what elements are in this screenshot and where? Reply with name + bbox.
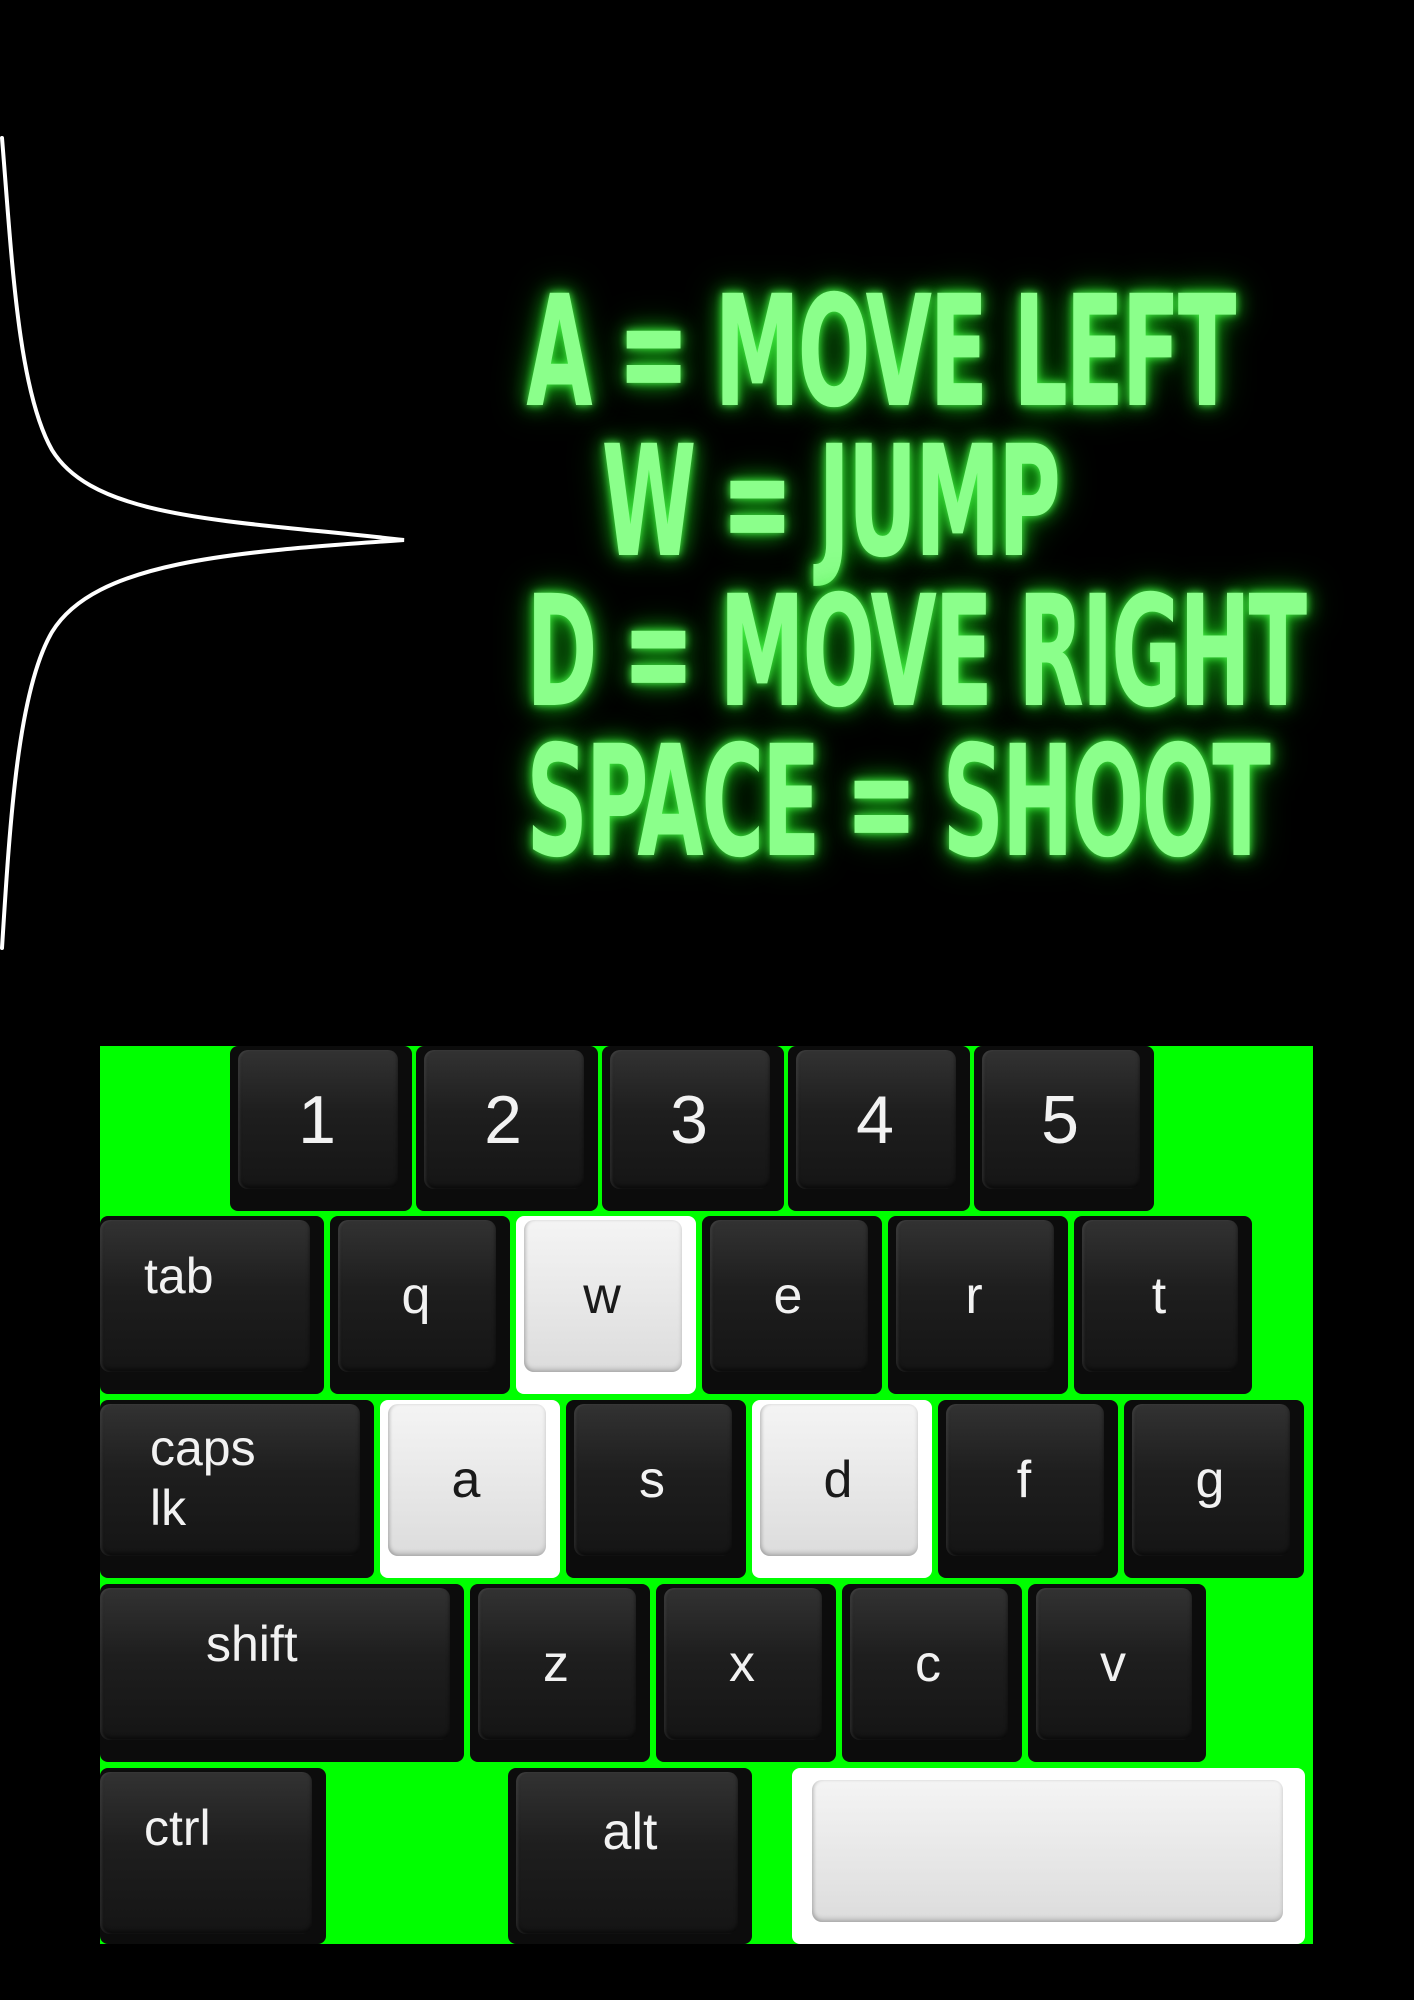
control-jump: W = JUMP: [601, 413, 1061, 592]
key-w-label: w: [583, 1267, 621, 1325]
key-g-label: g: [1195, 1451, 1225, 1509]
key-a[interactable]: a: [380, 1400, 560, 1578]
key-caps-lock[interactable]: caps lk: [100, 1400, 374, 1578]
key-t[interactable]: t: [1074, 1216, 1252, 1394]
key-a-label: a: [451, 1451, 481, 1509]
key-e[interactable]: e: [702, 1216, 882, 1394]
key-v[interactable]: v: [1028, 1584, 1206, 1762]
key-alt-label: alt: [602, 1803, 658, 1861]
key-4[interactable]: 4: [788, 1046, 970, 1211]
key-5[interactable]: 5: [974, 1046, 1154, 1211]
key-3[interactable]: 3: [602, 1046, 784, 1211]
key-1[interactable]: 1: [230, 1046, 412, 1211]
key-d[interactable]: d: [752, 1400, 932, 1578]
key-ctrl-label: ctrl: [144, 1800, 211, 1856]
key-r-label: r: [965, 1267, 983, 1325]
key-s[interactable]: s: [566, 1400, 746, 1578]
control-move-right: D = MOVE RIGHT: [526, 563, 1307, 742]
key-x-label: x: [729, 1635, 755, 1693]
key-s-label: s: [639, 1451, 665, 1509]
key-shift[interactable]: shift: [100, 1584, 464, 1762]
control-move-left: A = MOVE LEFT: [526, 263, 1236, 442]
key-f[interactable]: f: [938, 1400, 1118, 1578]
key-4-label: 4: [856, 1081, 894, 1158]
key-5-label: 5: [1041, 1081, 1079, 1158]
key-d-label: d: [823, 1451, 853, 1509]
key-tab-label: tab: [144, 1248, 214, 1304]
key-tab[interactable]: tab: [100, 1216, 324, 1394]
key-x[interactable]: x: [656, 1584, 836, 1762]
key-space-label: [792, 1768, 1297, 1926]
key-f-label: f: [1016, 1451, 1032, 1509]
key-3-label: 3: [670, 1081, 708, 1158]
key-2-label: 2: [484, 1081, 522, 1158]
key-c[interactable]: c: [842, 1584, 1022, 1762]
keyboard-illustration: 1 2 3 4 5 tab q w e r t caps lk a s d f: [100, 1046, 1313, 1944]
key-w[interactable]: w: [516, 1216, 696, 1394]
control-shoot: SPACE = SHOOT: [526, 713, 1271, 892]
key-q-label: q: [401, 1267, 431, 1325]
key-z-label: z: [543, 1635, 569, 1693]
key-1-label: 1: [298, 1081, 336, 1158]
key-g[interactable]: g: [1124, 1400, 1304, 1578]
key-t-label: t: [1151, 1267, 1167, 1325]
key-caps-lock-label: caps lk: [150, 1420, 256, 1536]
key-r[interactable]: r: [888, 1216, 1068, 1394]
key-shift-label: shift: [206, 1616, 298, 1672]
key-space[interactable]: [792, 1768, 1305, 1944]
key-2[interactable]: 2: [416, 1046, 598, 1211]
key-q[interactable]: q: [330, 1216, 510, 1394]
key-alt[interactable]: alt: [508, 1768, 752, 1944]
key-e-label: e: [773, 1267, 803, 1325]
controls-instructions: A = MOVE LEFT W = JUMP D = MOVE RIGHT SP…: [340, 263, 1320, 892]
key-z[interactable]: z: [470, 1584, 650, 1762]
key-v-label: v: [1100, 1635, 1126, 1693]
key-c-label: c: [915, 1635, 941, 1693]
key-ctrl[interactable]: ctrl: [100, 1768, 326, 1944]
